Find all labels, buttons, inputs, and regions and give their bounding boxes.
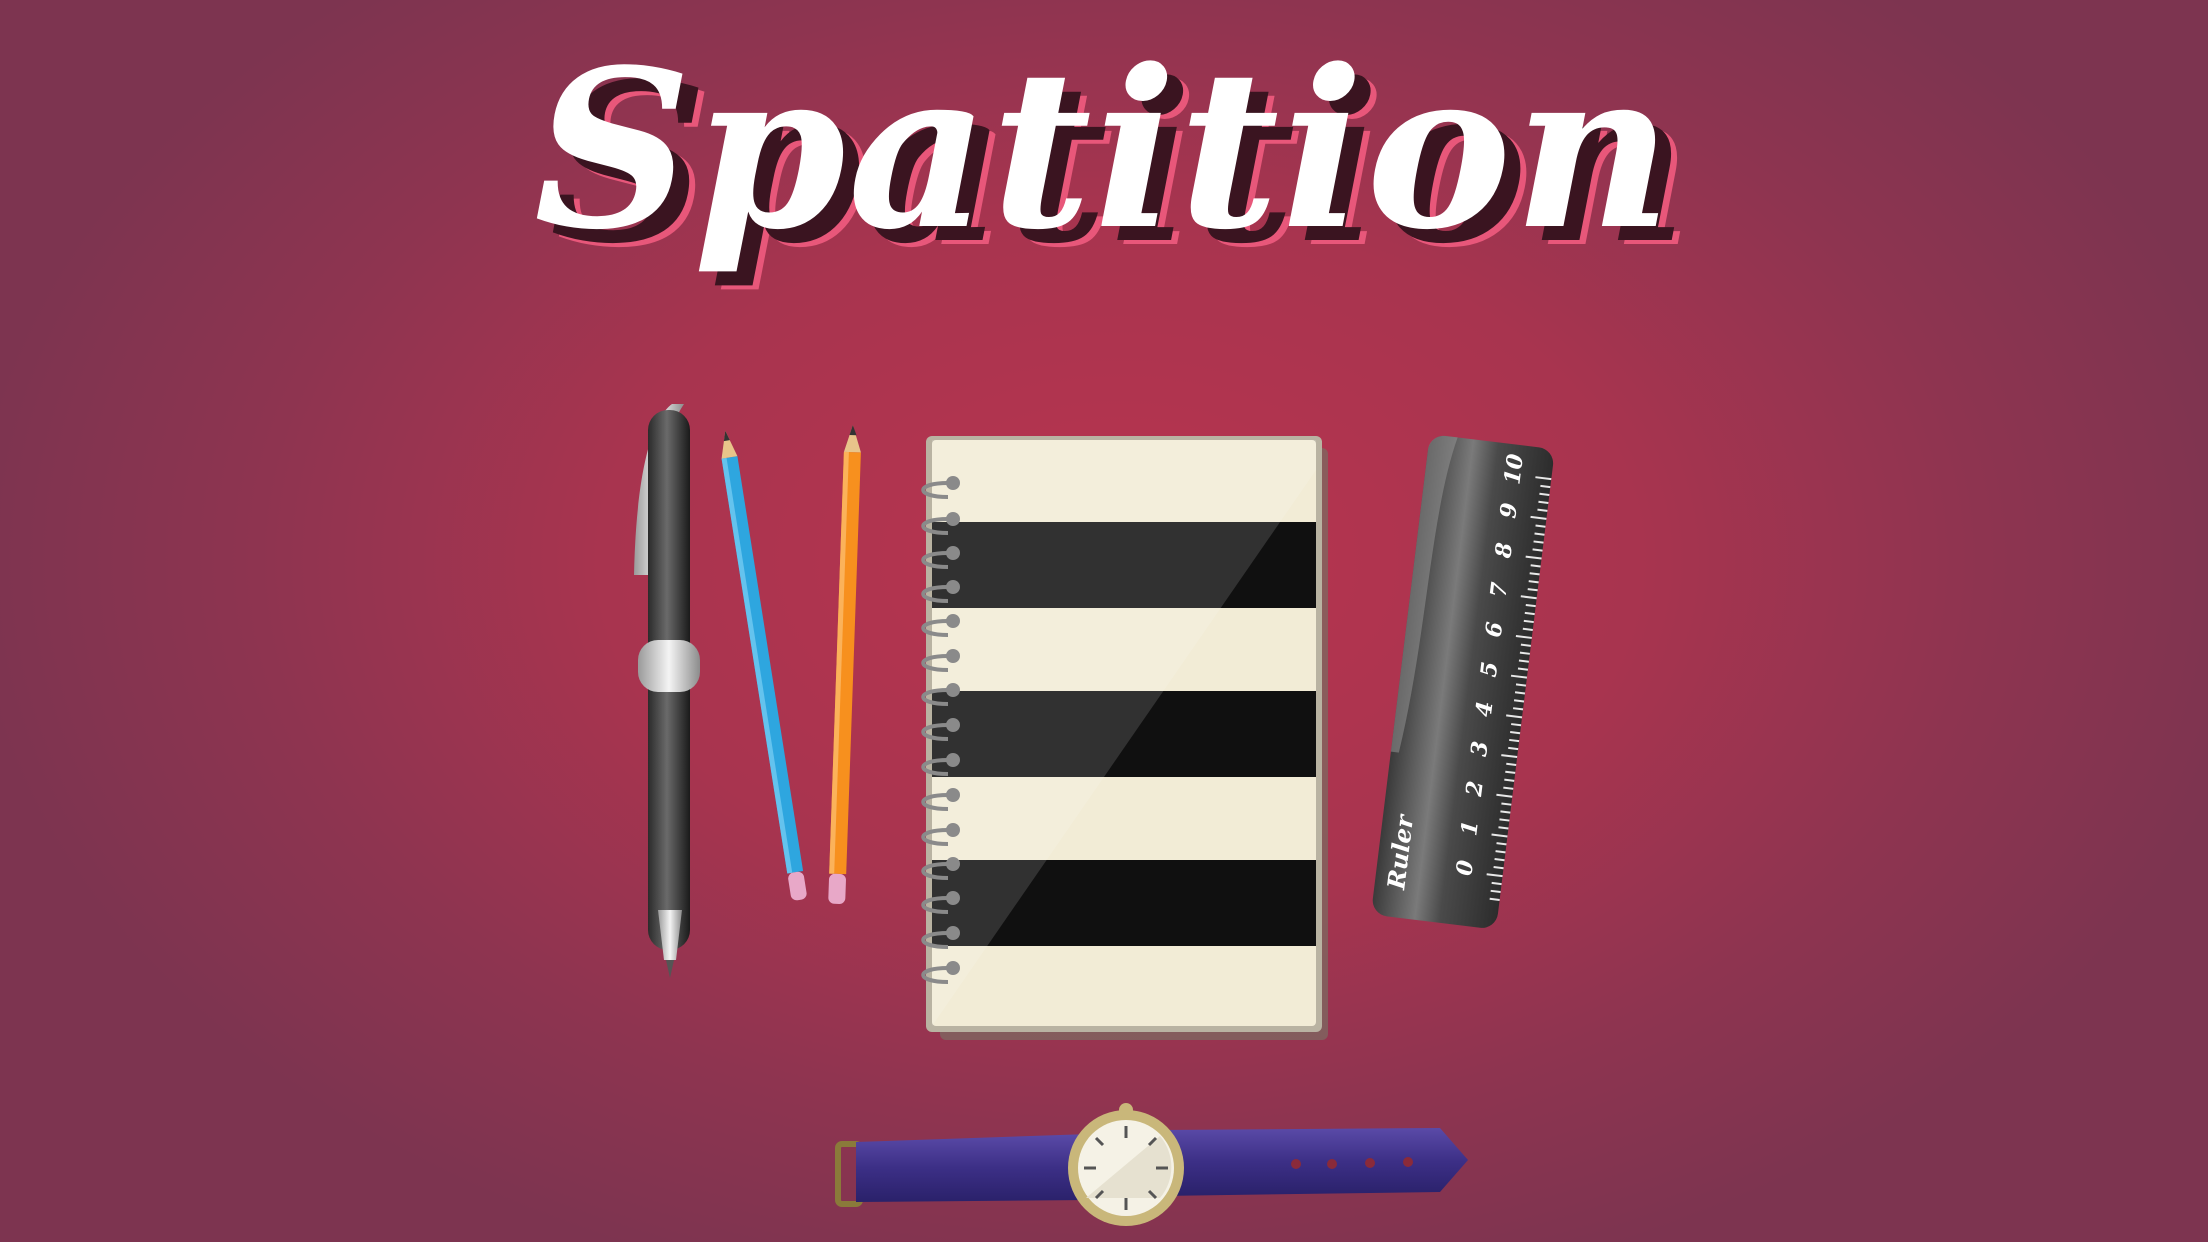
ruler-number-4: 4 [1471,700,1499,718]
blue-pencil-icon[interactable] [717,429,807,901]
pen-icon[interactable] [634,404,700,978]
desk-scene: 0 1 2 3 4 5 6 7 8 9 10 Ruler [634,404,1555,1226]
orange-pencil-icon[interactable] [828,425,862,904]
ruler-number-9: 9 [1495,501,1523,519]
ruler-number-3: 3 [1466,740,1494,758]
notebook-icon[interactable] [921,436,1328,1040]
ruler-number-10: 10 [1499,452,1529,486]
ruler-number-2: 2 [1461,779,1489,798]
ruler-number-5: 5 [1476,660,1504,678]
ruler-number-8: 8 [1490,541,1518,560]
ruler-icon[interactable]: 0 1 2 3 4 5 6 7 8 9 10 Ruler [1371,434,1555,930]
wristwatch-icon[interactable] [835,1103,1468,1226]
ruler-number-6: 6 [1481,620,1509,638]
ruler-number-1: 1 [1456,819,1484,837]
